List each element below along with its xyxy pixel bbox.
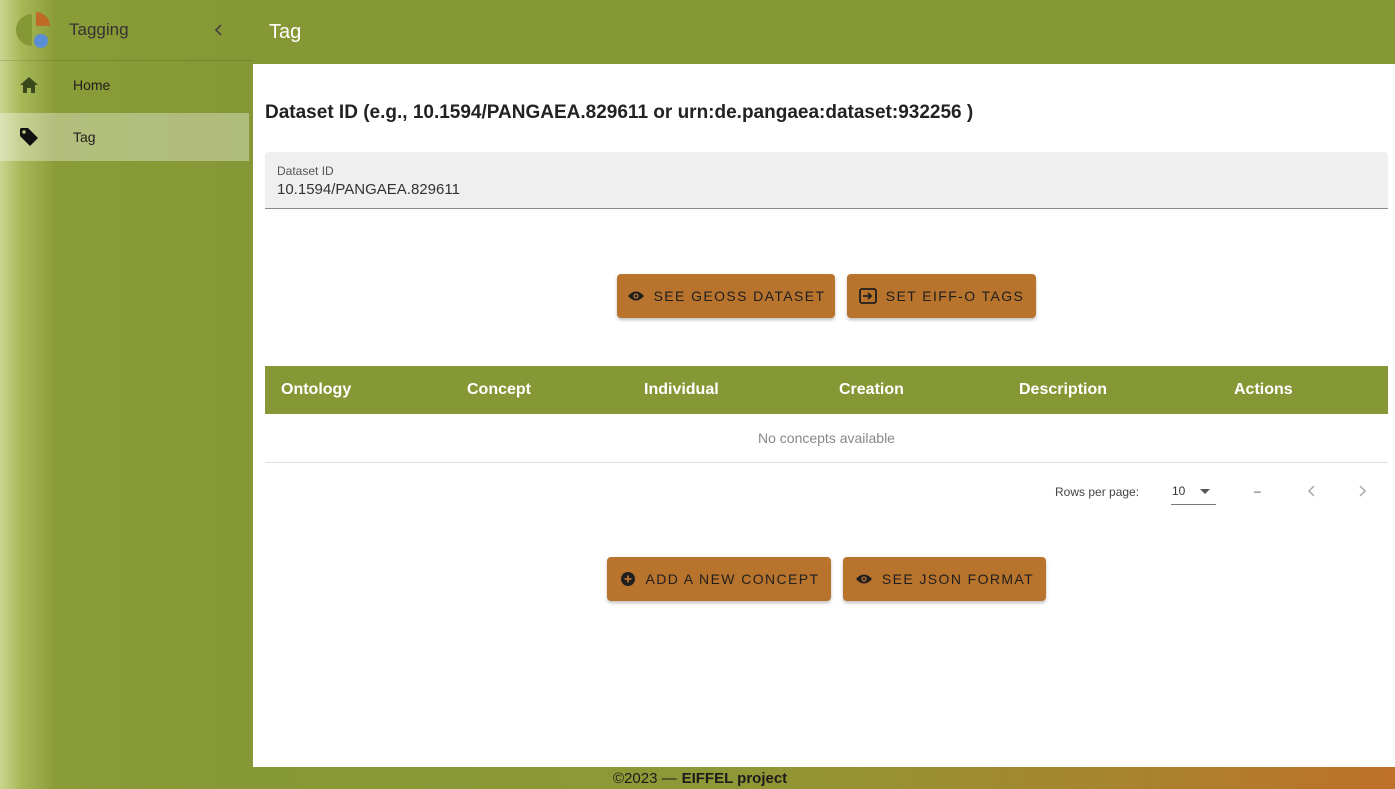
page-title: Tag (269, 20, 302, 43)
footer: ©2023 — EIFFEL project (253, 767, 1395, 789)
dataset-id-input[interactable] (277, 181, 1376, 198)
see-geoss-dataset-label: SEE GEOSS DATASET (653, 288, 826, 304)
chevron-left-icon (214, 24, 222, 36)
sidebar-item-tag[interactable]: Tag (0, 113, 249, 161)
rows-per-page-label: Rows per page: (1055, 485, 1140, 499)
add-new-concept-label: ADD A NEW CONCEPT (645, 571, 820, 587)
column-header-actions: Actions (1234, 381, 1293, 398)
top-app-bar: Tag (253, 0, 1395, 64)
eye-icon (855, 570, 873, 588)
see-json-format-button[interactable]: SEE JSON FORMAT (843, 557, 1046, 601)
input-arrow-icon (858, 287, 877, 305)
sidebar-item-label: Tag (73, 129, 96, 145)
rows-per-page-select[interactable]: 10 (1171, 477, 1216, 505)
footer-copyright: ©2023 — (613, 769, 677, 787)
chevron-right-icon (1359, 485, 1367, 497)
column-header-creation[interactable]: Creation (839, 381, 904, 399)
home-icon (18, 74, 40, 96)
app-logo (14, 12, 50, 48)
table-empty-row: No concepts available (265, 414, 1388, 463)
plus-circle-icon (619, 570, 637, 588)
dataset-id-heading: Dataset ID (e.g., 10.1594/PANGAEA.829611… (265, 102, 974, 123)
see-geoss-dataset-button[interactable]: SEE GEOSS DATASET (617, 274, 835, 318)
add-new-concept-button[interactable]: ADD A NEW CONCEPT (607, 557, 831, 601)
column-header-concept[interactable]: Concept (467, 381, 531, 399)
table-pagination: Rows per page: 10 – (265, 469, 1388, 513)
caret-down-icon (1200, 489, 1210, 494)
page-range-text: – (1254, 484, 1261, 498)
dataset-id-label: Dataset ID (277, 164, 334, 178)
set-eiff-o-tags-label: SET EIFF-O TAGS (885, 288, 1025, 304)
sidebar-item-label: Home (73, 77, 111, 93)
chevron-left-icon (1307, 485, 1315, 497)
dataset-id-field[interactable]: Dataset ID (265, 152, 1388, 209)
sidebar-item-home[interactable]: Home (0, 61, 249, 109)
column-header-description[interactable]: Description (1019, 381, 1107, 399)
app-title: Tagging (69, 20, 129, 39)
rows-per-page-value: 10 (1172, 483, 1186, 498)
sidebar: Tagging Home Tag (0, 0, 253, 789)
sidebar-header: Tagging (0, 0, 253, 61)
see-json-format-label: SEE JSON FORMAT (881, 571, 1035, 587)
column-header-ontology[interactable]: Ontology (281, 381, 351, 399)
table-header: Ontology Concept Individual Creation Des… (265, 366, 1388, 414)
main-content: Dataset ID (e.g., 10.1594/PANGAEA.829611… (253, 64, 1395, 767)
column-header-individual[interactable]: Individual (644, 381, 719, 399)
previous-page-button[interactable] (1300, 479, 1324, 503)
set-eiff-o-tags-button[interactable]: SET EIFF-O TAGS (847, 274, 1036, 318)
tag-icon (18, 126, 40, 148)
sidebar-collapse-button[interactable] (206, 17, 232, 43)
eye-icon (627, 287, 645, 305)
next-page-button[interactable] (1350, 479, 1374, 503)
concepts-table: Ontology Concept Individual Creation Des… (265, 366, 1388, 463)
footer-project-name: EIFFEL project (681, 769, 788, 787)
